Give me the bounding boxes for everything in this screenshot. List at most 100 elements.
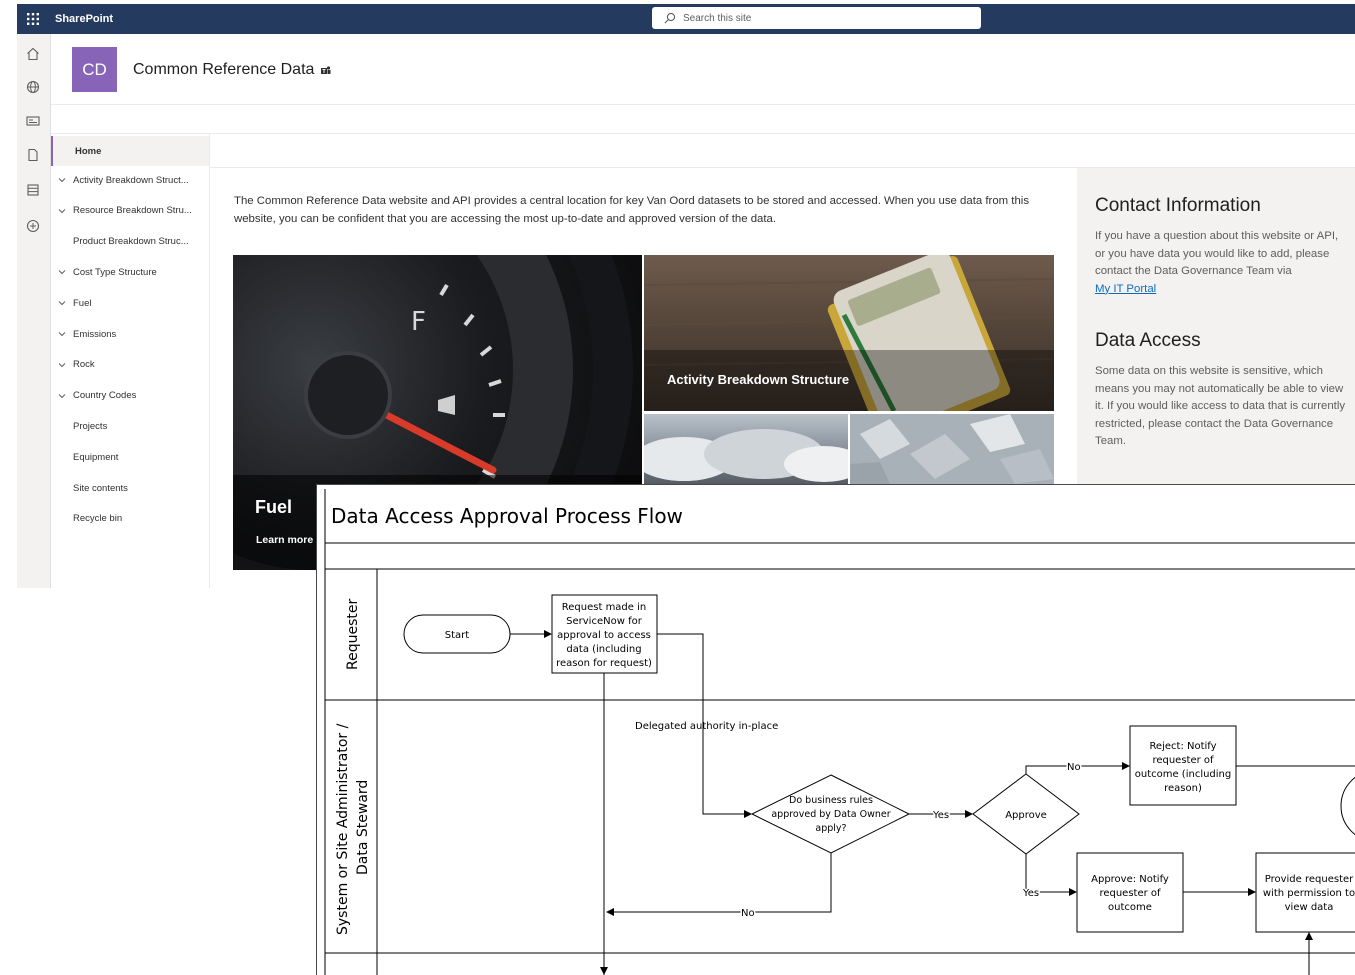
reject-line-3: outcome (including xyxy=(1135,769,1232,780)
nav-item-resource-breakdown-stru[interactable]: Resource Breakdown Stru... xyxy=(51,196,209,226)
sharepoint-page: SharePoint Search this site CD Common Re… xyxy=(0,0,1355,975)
reject-line-1: Reject: Notify xyxy=(1149,741,1216,752)
news-icon[interactable] xyxy=(25,113,41,129)
approve-line-1: Approve: Notify xyxy=(1091,874,1169,885)
nav-item-label: Fuel xyxy=(73,297,92,309)
document-icon[interactable] xyxy=(25,147,41,163)
info-pane: Contact Information If you have a questi… xyxy=(1077,168,1355,488)
add-icon[interactable] xyxy=(25,218,41,234)
contact-heading: Contact Information xyxy=(1095,195,1261,216)
contact-text: If you have a question about this websit… xyxy=(1095,228,1351,298)
nav-item-label: Resource Breakdown Stru... xyxy=(73,205,192,217)
nav-item-emissions[interactable]: Emissions xyxy=(51,319,209,349)
contact-text-body: If you have a question about this websit… xyxy=(1095,230,1339,278)
nav-item-activity-breakdown-struct[interactable]: Activity Breakdown Struct... xyxy=(51,165,209,195)
nav-item-label: Cost Type Structure xyxy=(73,266,157,278)
search-box[interactable]: Search this site xyxy=(652,7,981,29)
chevron-down-icon[interactable] xyxy=(51,300,73,306)
calculator-image xyxy=(644,255,1054,411)
decision-approve-label: Approve xyxy=(1005,810,1047,821)
site-logo[interactable]: CD xyxy=(72,47,117,92)
nav-item-projects[interactable]: Projects xyxy=(51,411,209,441)
nav-item-site-contents[interactable]: Site contents xyxy=(51,473,209,503)
lane-admin-label-2: Data Steward xyxy=(355,780,371,875)
header-divider xyxy=(51,104,1355,105)
nav-item-equipment[interactable]: Equipment xyxy=(51,442,209,472)
rock-tile[interactable] xyxy=(850,414,1054,484)
lane-requester-label: Requester xyxy=(345,599,361,670)
command-divider xyxy=(51,133,1355,134)
site-title-text: Common Reference Data xyxy=(133,61,315,78)
provide-line-1: Provide requester xyxy=(1265,874,1354,885)
fuel-tile-title: Fuel xyxy=(255,497,293,517)
request-line-2: ServiceNow for xyxy=(566,616,643,627)
process-flow-diagram: Data Access Approval Process Flow Reques… xyxy=(316,484,1355,975)
nav-item-fuel[interactable]: Fuel xyxy=(51,288,209,318)
teams-icon xyxy=(321,65,331,74)
nav-item-label: Rock xyxy=(73,359,95,371)
nav-item-product-breakdown-struc[interactable]: Product Breakdown Struc... xyxy=(51,227,209,257)
request-line-1: Request made in xyxy=(562,602,646,613)
request-line-4: data (including xyxy=(566,644,641,655)
nav-item-label: Product Breakdown Struc... xyxy=(73,236,189,248)
search-input[interactable]: Search this site xyxy=(683,13,751,24)
request-line-3: approval to access xyxy=(557,630,651,641)
nav-item-recycle-bin[interactable]: Recycle bin xyxy=(51,504,209,534)
provide-line-3: view data xyxy=(1285,902,1334,913)
activity-breakdown-tile-title: Activity Breakdown Structure xyxy=(667,372,850,387)
process-flow-svg: Data Access Approval Process Flow Reques… xyxy=(324,489,1355,975)
approve-line-2: requester of xyxy=(1099,888,1161,899)
nav-item-label: Activity Breakdown Struct... xyxy=(73,174,189,186)
site-title[interactable]: Common Reference Data xyxy=(133,61,331,79)
nav-item-country-codes[interactable]: Country Codes xyxy=(51,381,209,411)
clouds-image xyxy=(644,429,848,482)
chevron-down-icon[interactable] xyxy=(51,208,73,214)
suite-bar: SharePoint Search this site xyxy=(17,4,1355,34)
start-label: Start xyxy=(445,630,470,641)
chevron-down-icon[interactable] xyxy=(51,362,73,368)
fuel-learn-more-link[interactable]: Learn more xyxy=(256,534,313,546)
data-access-heading: Data Access xyxy=(1095,330,1201,351)
list-icon[interactable] xyxy=(25,182,41,198)
request-line-5: reason for request) xyxy=(556,658,652,669)
nav-item-label: Projects xyxy=(73,420,108,432)
nav-item-label: Site contents xyxy=(73,482,128,494)
delegated-label: Delegated authority in-place xyxy=(635,721,778,732)
approve-line-3: outcome xyxy=(1108,902,1152,913)
nav-item-label: Equipment xyxy=(73,451,119,463)
decision-rules-line-3: apply? xyxy=(815,823,846,834)
rocks-image xyxy=(850,414,1054,484)
data-access-text: Some data on this website is sensitive, … xyxy=(1095,365,1346,448)
lane-admin-label-1: System or Site Administrator / xyxy=(335,723,351,935)
no-label-1: No xyxy=(741,908,755,919)
decision-rules-line-2: approved by Data Owner xyxy=(771,809,890,820)
my-it-portal-link[interactable]: My IT Portal xyxy=(1095,283,1156,295)
nav-item-label: Country Codes xyxy=(73,390,137,402)
svg-text:F: F xyxy=(411,307,426,337)
yes-label-2: Yes xyxy=(1022,888,1039,899)
chevron-down-icon[interactable] xyxy=(51,269,73,275)
intro-text: The Common Reference Data website and AP… xyxy=(234,195,1030,225)
chevron-down-icon[interactable] xyxy=(51,331,73,337)
app-launcher-icon[interactable] xyxy=(17,4,49,34)
emissions-tile[interactable] xyxy=(644,414,848,484)
decision-rules-line-1: Do business rules xyxy=(789,795,873,806)
yes-label-1: Yes xyxy=(932,810,949,821)
activity-breakdown-tile[interactable]: Activity Breakdown Structure xyxy=(644,255,1054,411)
diagram-title: Data Access Approval Process Flow xyxy=(331,504,683,528)
provide-line-2: with permission to xyxy=(1263,888,1355,899)
nav-item-label: Home xyxy=(75,145,102,157)
brand-label[interactable]: SharePoint xyxy=(55,13,113,25)
nav-item-home[interactable]: Home xyxy=(51,136,209,166)
nav-item-label: Recycle bin xyxy=(73,513,123,525)
quick-launch-nav: Home Activity Breakdown Struct... Resource… xyxy=(51,134,210,588)
reject-line-4: reason) xyxy=(1164,783,1202,794)
chevron-down-icon[interactable] xyxy=(51,177,73,183)
no-label-2: No xyxy=(1067,762,1081,773)
globe-icon[interactable] xyxy=(25,79,41,95)
app-bar xyxy=(17,34,51,588)
chevron-down-icon[interactable] xyxy=(51,393,73,399)
nav-item-rock[interactable]: Rock xyxy=(51,350,209,380)
nav-item-cost-type-structure[interactable]: Cost Type Structure xyxy=(51,257,209,287)
home-icon[interactable] xyxy=(25,46,41,62)
